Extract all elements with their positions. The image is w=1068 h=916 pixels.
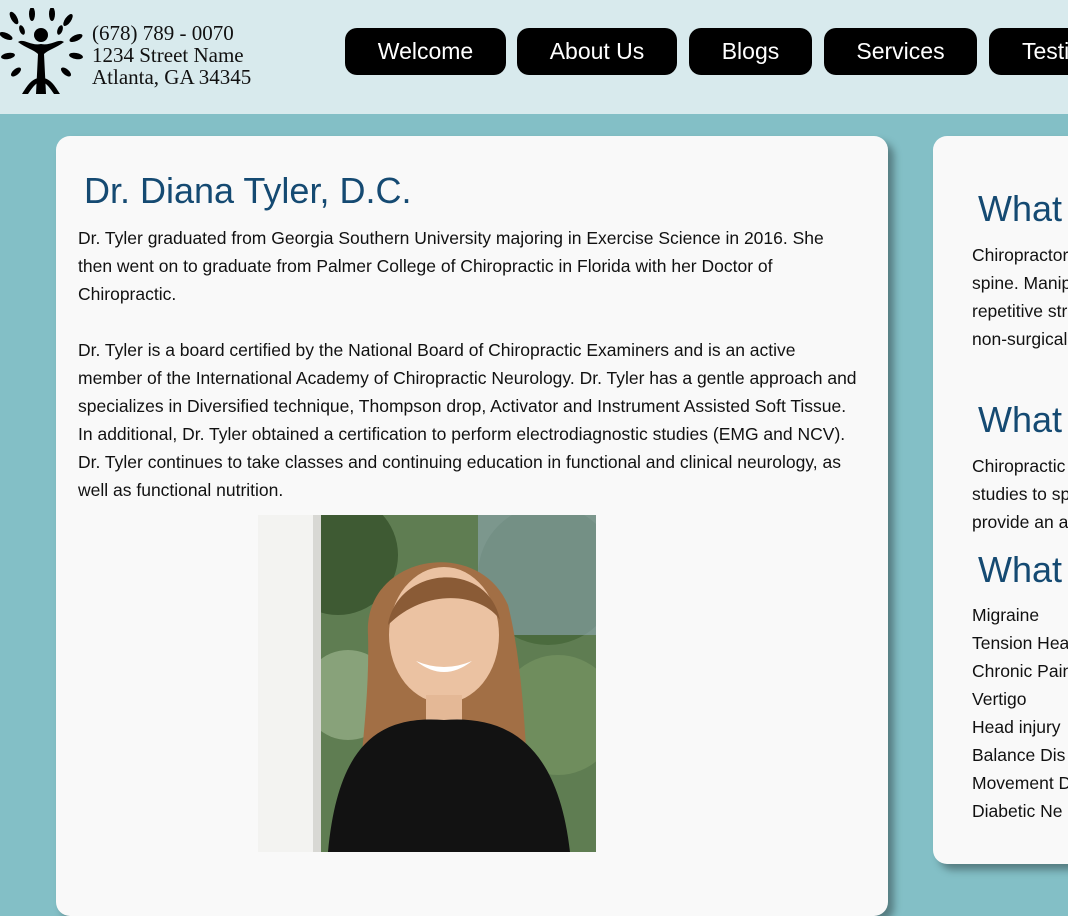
tree-person-logo-icon[interactable] <box>0 8 84 96</box>
nav-about-us-button[interactable]: About Us <box>517 28 677 75</box>
sidebar-text-2a: Chiropractic <box>972 456 1066 476</box>
sidebar-heading-2: What <box>978 399 1063 440</box>
sidebar-text-1c: repetitive str <box>972 301 1068 321</box>
sidebar-text-2b: studies to sp <box>972 484 1068 504</box>
list-item: Head injury <box>972 717 1061 737</box>
sidebar-text-2c: provide an a <box>972 512 1068 532</box>
list-item: Movement D <box>972 773 1068 793</box>
sidebar-text-1d: non-surgical <box>972 329 1068 349</box>
nav-testimonials-button[interactable]: Testi <box>989 28 1068 75</box>
list-item: Chronic Pain <box>972 661 1068 681</box>
list-item: Vertigo <box>972 689 1027 709</box>
sidebar-heading-1: What <box>978 188 1063 229</box>
list-item: Tension Hea <box>972 633 1068 653</box>
doctor-name-heading: Dr. Diana Tyler, D.C. <box>84 170 412 211</box>
site-header: (678) 789 - 0070 1234 Street Name Atlant… <box>0 0 1068 114</box>
list-item: Migraine <box>972 605 1040 625</box>
city-address: Atlanta, GA 34345 <box>92 65 252 89</box>
contact-info: (678) 789 - 0070 1234 Street Name Atlant… <box>92 22 251 88</box>
doctor-photo <box>258 515 596 852</box>
nav-services-button[interactable]: Services <box>824 28 977 75</box>
sidebar-text-1b: spine. Manip <box>972 273 1068 293</box>
education-paragraph: Dr. Tyler graduated from Georgia Souther… <box>78 228 824 304</box>
sidebar-text-1a: Chiropractor <box>972 245 1068 265</box>
nav-welcome-button[interactable]: Welcome <box>345 28 506 75</box>
list-item: Diabetic Ne <box>972 801 1063 821</box>
certification-paragraph: Dr. Tyler is a board certified by the Na… <box>78 340 857 500</box>
nav-blogs-button[interactable]: Blogs <box>689 28 812 75</box>
sidebar-heading-3: What <box>978 549 1063 590</box>
list-item: Balance Dis <box>972 745 1066 765</box>
phone-number[interactable]: (678) 789 - 0070 <box>92 22 251 44</box>
street-address: 1234 Street Name <box>92 43 244 67</box>
conditions-list: Migraine Tension Hea Chronic Pain Vertig… <box>972 601 1068 825</box>
